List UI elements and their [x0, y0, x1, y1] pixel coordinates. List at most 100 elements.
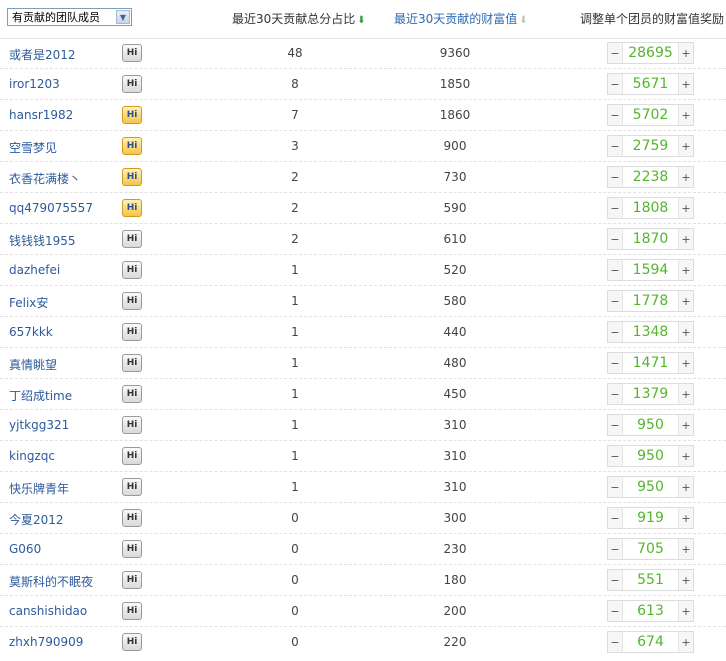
member-name-link[interactable]: 钱钱钱1955	[9, 232, 76, 249]
reward-input[interactable]: 613	[623, 601, 678, 621]
member-name-link[interactable]: 丁绍成time	[9, 387, 72, 404]
hi-message-icon[interactable]: Hi	[122, 571, 142, 589]
increase-reward-button[interactable]: +	[678, 477, 693, 497]
increase-reward-button[interactable]: +	[678, 384, 693, 404]
hi-message-icon[interactable]: Hi	[122, 44, 142, 62]
member-name-link[interactable]: 或者是2012	[9, 46, 76, 63]
hi-message-icon[interactable]: Hi	[122, 106, 142, 124]
reward-input[interactable]: 674	[623, 632, 678, 652]
hi-message-icon[interactable]: Hi	[122, 261, 142, 279]
value-column-header[interactable]: 最近30天贡献的财富值 ⬇	[394, 10, 528, 27]
reward-input[interactable]: 1348	[623, 322, 678, 342]
decrease-reward-button[interactable]: −	[608, 570, 623, 590]
increase-reward-button[interactable]: +	[678, 260, 693, 280]
sort-desc-icon[interactable]: ⬇	[357, 15, 365, 26]
decrease-reward-button[interactable]: −	[608, 539, 623, 559]
decrease-reward-button[interactable]: −	[608, 477, 623, 497]
reward-input[interactable]: 950	[623, 446, 678, 466]
reward-input[interactable]: 950	[623, 415, 678, 435]
decrease-reward-button[interactable]: −	[608, 105, 623, 125]
hi-message-icon[interactable]: Hi	[122, 230, 142, 248]
increase-reward-button[interactable]: +	[678, 322, 693, 342]
hi-message-icon[interactable]: Hi	[122, 137, 142, 155]
decrease-reward-button[interactable]: −	[608, 74, 623, 94]
member-name-link[interactable]: zhxh790909	[9, 635, 83, 649]
reward-input[interactable]: 5702	[623, 105, 678, 125]
decrease-reward-button[interactable]: −	[608, 446, 623, 466]
reward-input[interactable]: 1870	[623, 229, 678, 249]
hi-message-icon[interactable]: Hi	[122, 323, 142, 341]
sort-inactive-icon[interactable]: ⬇	[519, 15, 527, 26]
member-name-link[interactable]: hansr1982	[9, 108, 73, 122]
increase-reward-button[interactable]: +	[678, 291, 693, 311]
member-name-link[interactable]: canshishidao	[9, 604, 87, 618]
increase-reward-button[interactable]: +	[678, 74, 693, 94]
increase-reward-button[interactable]: +	[678, 353, 693, 373]
increase-reward-button[interactable]: +	[678, 198, 693, 218]
reward-input[interactable]: 1778	[623, 291, 678, 311]
reward-input[interactable]: 1471	[623, 353, 678, 373]
hi-message-icon[interactable]: Hi	[122, 385, 142, 403]
decrease-reward-button[interactable]: −	[608, 167, 623, 187]
increase-reward-button[interactable]: +	[678, 136, 693, 156]
member-name-link[interactable]: 衣香花满楼丶	[9, 170, 81, 187]
increase-reward-button[interactable]: +	[678, 229, 693, 249]
decrease-reward-button[interactable]: −	[608, 43, 623, 63]
decrease-reward-button[interactable]: −	[608, 291, 623, 311]
increase-reward-button[interactable]: +	[678, 167, 693, 187]
member-name-link[interactable]: 今夏2012	[9, 511, 64, 528]
decrease-reward-button[interactable]: −	[608, 198, 623, 218]
decrease-reward-button[interactable]: −	[608, 353, 623, 373]
hi-message-icon[interactable]: Hi	[122, 540, 142, 558]
decrease-reward-button[interactable]: −	[608, 260, 623, 280]
increase-reward-button[interactable]: +	[678, 539, 693, 559]
increase-reward-button[interactable]: +	[678, 446, 693, 466]
member-name-link[interactable]: 莫斯科的不眠夜	[9, 573, 93, 590]
hi-message-icon[interactable]: Hi	[122, 478, 142, 496]
hi-message-icon[interactable]: Hi	[122, 354, 142, 372]
member-name-link[interactable]: 空雪梦见	[9, 139, 57, 156]
chevron-down-icon[interactable]: ▼	[116, 10, 130, 24]
reward-input[interactable]: 950	[623, 477, 678, 497]
hi-message-icon[interactable]: Hi	[122, 447, 142, 465]
member-name-link[interactable]: G060	[9, 542, 41, 556]
decrease-reward-button[interactable]: −	[608, 601, 623, 621]
reward-input[interactable]: 2759	[623, 136, 678, 156]
increase-reward-button[interactable]: +	[678, 632, 693, 652]
member-name-link[interactable]: qq479075557	[9, 201, 93, 215]
hi-message-icon[interactable]: Hi	[122, 602, 142, 620]
hi-message-icon[interactable]: Hi	[122, 168, 142, 186]
member-name-link[interactable]: 657kkk	[9, 325, 53, 339]
member-name-link[interactable]: 真情眺望	[9, 356, 57, 373]
member-name-link[interactable]: Felix安	[9, 294, 48, 311]
hi-message-icon[interactable]: Hi	[122, 416, 142, 434]
decrease-reward-button[interactable]: −	[608, 322, 623, 342]
hi-message-icon[interactable]: Hi	[122, 633, 142, 651]
reward-input[interactable]: 919	[623, 508, 678, 528]
decrease-reward-button[interactable]: −	[608, 508, 623, 528]
increase-reward-button[interactable]: +	[678, 43, 693, 63]
reward-input[interactable]: 705	[623, 539, 678, 559]
member-name-link[interactable]: dazhefei	[9, 263, 60, 277]
hi-message-icon[interactable]: Hi	[122, 75, 142, 93]
hi-message-icon[interactable]: Hi	[122, 509, 142, 527]
reward-input[interactable]: 1808	[623, 198, 678, 218]
increase-reward-button[interactable]: +	[678, 570, 693, 590]
reward-input[interactable]: 1594	[623, 260, 678, 280]
reward-input[interactable]: 5671	[623, 74, 678, 94]
member-name-link[interactable]: yjtkgg321	[9, 418, 69, 432]
member-name-link[interactable]: 快乐牌青年	[9, 480, 69, 497]
increase-reward-button[interactable]: +	[678, 415, 693, 435]
hi-message-icon[interactable]: Hi	[122, 292, 142, 310]
decrease-reward-button[interactable]: −	[608, 229, 623, 249]
increase-reward-button[interactable]: +	[678, 105, 693, 125]
reward-input[interactable]: 2238	[623, 167, 678, 187]
decrease-reward-button[interactable]: −	[608, 632, 623, 652]
member-filter-select[interactable]: 有贡献的团队成员 ▼	[7, 8, 132, 26]
reward-input[interactable]: 28695	[623, 43, 678, 63]
hi-message-icon[interactable]: Hi	[122, 199, 142, 217]
reward-input[interactable]: 1379	[623, 384, 678, 404]
member-name-link[interactable]: iror1203	[9, 77, 60, 91]
increase-reward-button[interactable]: +	[678, 601, 693, 621]
decrease-reward-button[interactable]: −	[608, 136, 623, 156]
